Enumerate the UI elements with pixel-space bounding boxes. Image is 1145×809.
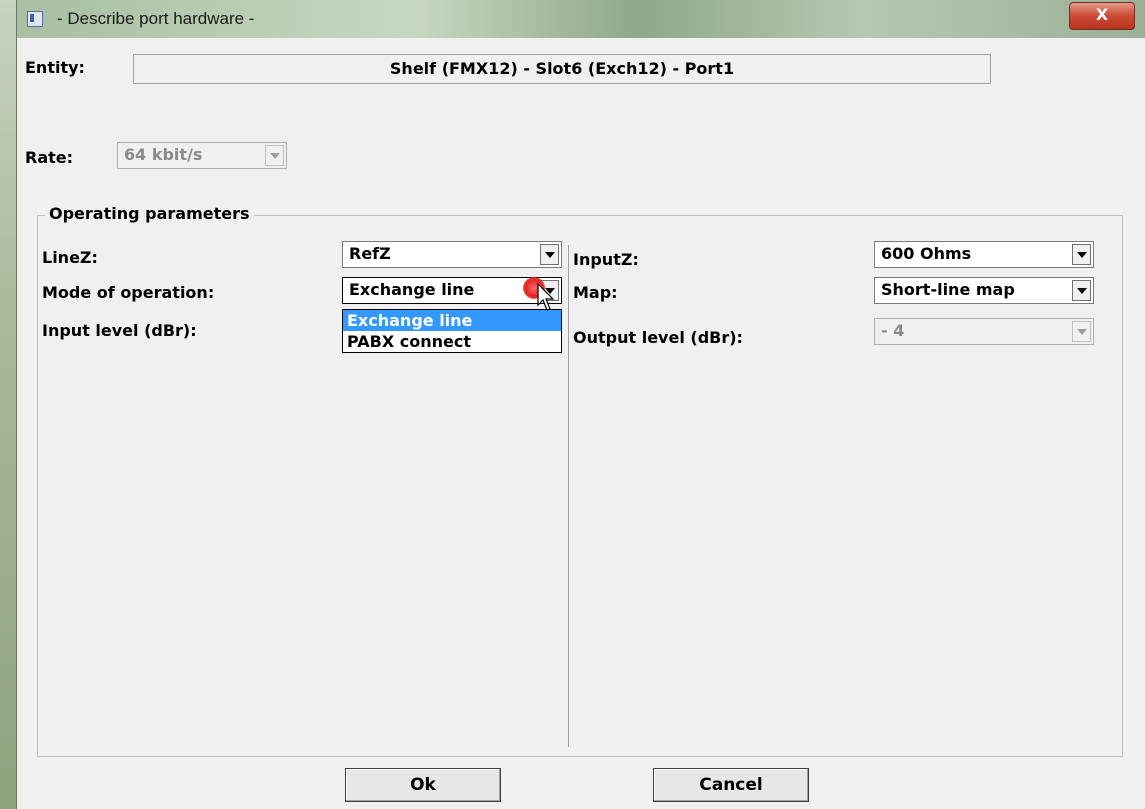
app-icon (27, 11, 43, 27)
output-level-select: - 4 (874, 318, 1094, 345)
map-value: Short-line map (881, 280, 1015, 299)
entity-label: Entity: (25, 58, 85, 77)
dropdown-option-exchange-line[interactable]: Exchange line (343, 310, 561, 331)
mouse-cursor-icon (537, 283, 555, 311)
map-select[interactable]: Short-line map (874, 277, 1094, 304)
rate-select: 64 kbit/s (117, 142, 287, 169)
dialog-client-area: Entity: Shelf (FMX12) - Slot6 (Exch12) -… (17, 38, 1145, 809)
mode-of-operation-dropdown: Exchange line PABX connect (342, 309, 562, 353)
close-button[interactable]: X (1069, 2, 1135, 30)
chevron-down-icon[interactable] (1072, 244, 1091, 265)
rate-label: Rate: (25, 148, 74, 167)
title-bar[interactable]: - Describe port hardware - X (17, 0, 1145, 38)
rate-value: 64 kbit/s (124, 145, 203, 164)
chevron-down-icon (1072, 321, 1091, 342)
output-level-label: Output level (dBr): (573, 328, 743, 347)
linez-label: LineZ: (42, 248, 98, 267)
map-label: Map: (573, 283, 618, 302)
chevron-down-icon[interactable] (1072, 280, 1091, 301)
entity-field: Shelf (FMX12) - Slot6 (Exch12) - Port1 (133, 54, 991, 84)
input-level-label: Input level (dBr): (42, 321, 197, 340)
column-divider (568, 245, 569, 747)
dialog-window: - Describe port hardware - X Entity: She… (16, 0, 1145, 809)
inputz-label: InputZ: (573, 250, 639, 269)
inputz-select[interactable]: 600 Ohms (874, 241, 1094, 268)
dropdown-option-pabx-connect[interactable]: PABX connect (343, 331, 561, 352)
chevron-down-icon (265, 145, 284, 166)
mode-of-operation-label: Mode of operation: (42, 283, 215, 302)
output-level-value: - 4 (881, 321, 905, 340)
linez-select[interactable]: RefZ (342, 241, 562, 268)
cancel-button[interactable]: Cancel (653, 768, 809, 802)
operating-parameters-title: Operating parameters (45, 204, 254, 223)
linez-value: RefZ (349, 244, 391, 263)
mode-of-operation-value: Exchange line (349, 280, 475, 299)
inputz-value: 600 Ohms (881, 244, 972, 263)
ok-button[interactable]: Ok (345, 768, 501, 802)
chevron-down-icon[interactable] (540, 244, 559, 265)
window-title: - Describe port hardware - (57, 9, 255, 28)
